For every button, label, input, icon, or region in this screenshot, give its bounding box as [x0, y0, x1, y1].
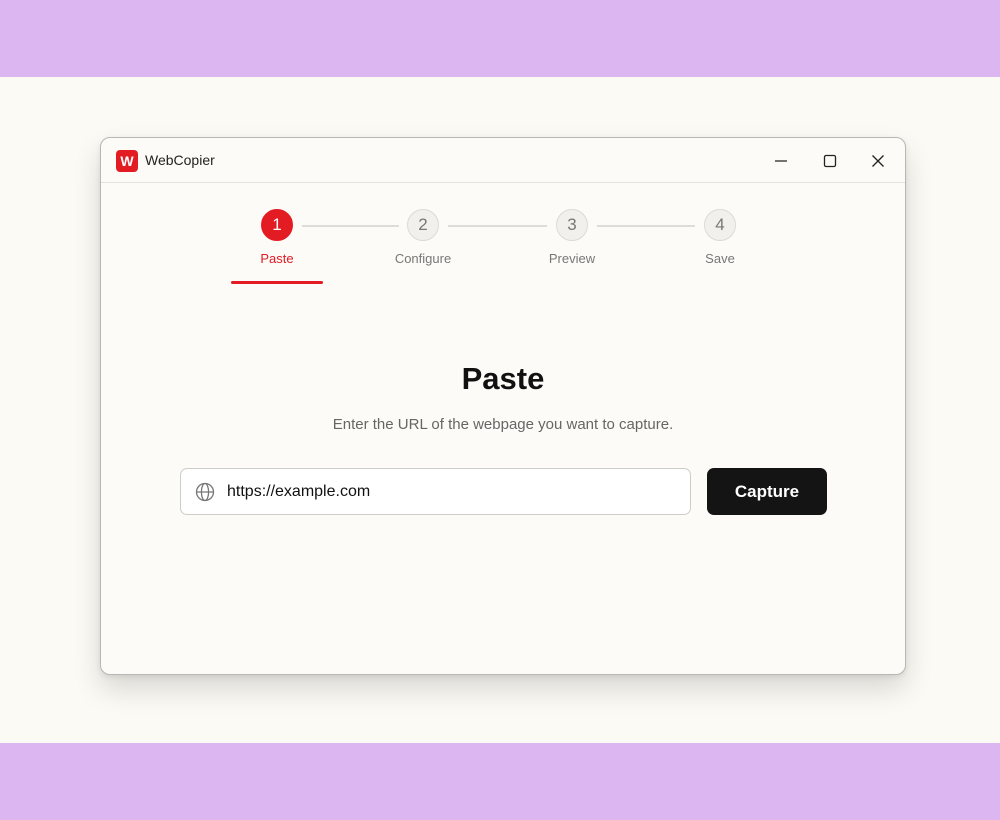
app-logo-letter: W	[120, 153, 134, 169]
active-step-indicator	[231, 281, 323, 284]
step-save[interactable]: 4 Save	[665, 209, 775, 266]
step-label: Paste	[260, 251, 294, 266]
maximize-button[interactable]	[814, 146, 846, 176]
minimize-icon	[775, 160, 787, 162]
globe-icon	[194, 481, 216, 503]
step-number-badge: 3	[556, 209, 588, 241]
step-label: Save	[705, 251, 735, 266]
bottom-background-band	[0, 743, 1000, 820]
step-number-badge: 2	[407, 209, 439, 241]
url-input[interactable]	[227, 482, 667, 501]
page-subtitle: Enter the URL of the webpage you want to…	[332, 416, 674, 433]
step-number-badge: 4	[704, 209, 736, 241]
app-logo: W	[116, 150, 138, 172]
minimize-button[interactable]	[765, 146, 797, 176]
app-window: W WebCopier 1 Paste 2 Configure 3 Previe…	[100, 137, 906, 675]
maximize-icon	[823, 154, 837, 168]
top-background-band	[0, 0, 1000, 77]
url-field[interactable]	[180, 468, 691, 515]
step-number-badge: 1	[261, 209, 293, 241]
close-icon	[872, 155, 884, 167]
step-label: Preview	[548, 251, 596, 266]
capture-button[interactable]: Capture	[707, 468, 827, 515]
step-preview[interactable]: 3 Preview	[517, 209, 627, 266]
title-bar: W WebCopier	[101, 138, 905, 183]
step-configure[interactable]: 2 Configure	[368, 209, 478, 266]
step-label: Configure	[394, 251, 452, 266]
page-title: Paste	[461, 361, 545, 396]
step-paste[interactable]: 1 Paste	[222, 209, 332, 266]
stepper: 1 Paste 2 Configure 3 Preview 4 Save	[101, 183, 905, 293]
close-button[interactable]	[862, 146, 894, 176]
app-title: WebCopier	[145, 152, 215, 168]
